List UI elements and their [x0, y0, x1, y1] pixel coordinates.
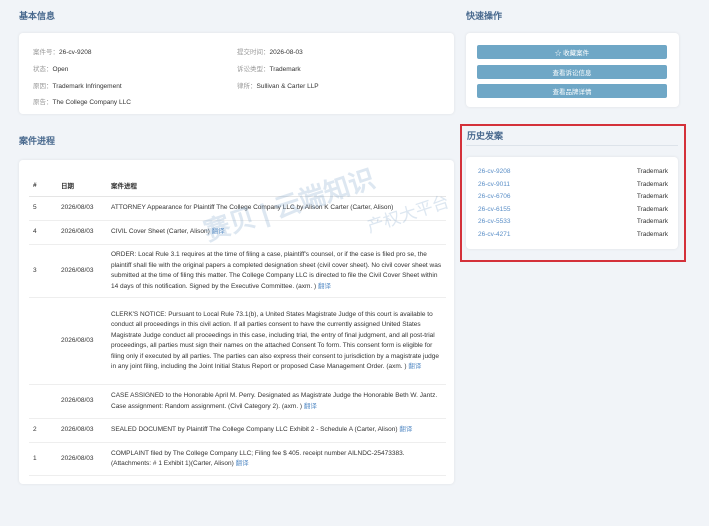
table-row: 1 2026/08/03 COMPLAINT filed by The Coll…: [29, 442, 446, 476]
highlight-box: [460, 124, 686, 262]
view-brand-button[interactable]: 查看品牌详情: [477, 84, 667, 98]
table-row: 4 2026/08/03 CIVIL Cover Sheet (Carter, …: [29, 220, 446, 245]
basic-info-card: 案件号：26-cv-9208 提交时间：2026-08-03 状态：Open 诉…: [19, 33, 454, 114]
view-litigation-button[interactable]: 查看诉讼信息: [477, 65, 667, 79]
table-row: 2026/08/03 CASE ASSIGNED to the Honorabl…: [29, 384, 446, 419]
quick-actions-title: 快速操作: [466, 11, 503, 21]
translate-link[interactable]: 翻译: [304, 403, 317, 410]
status-field: 状态：Open: [33, 66, 69, 73]
header-index: #: [29, 174, 57, 197]
table-row: 2026/08/03 CLERK'S NOTICE: Pursuant to L…: [29, 297, 446, 385]
translate-link[interactable]: 翻译: [408, 363, 421, 370]
plaintiff-field: 原告：The College Company LLC: [33, 99, 131, 106]
table-header-row: # 日期 案件进程: [29, 174, 446, 197]
law-firm-field: 律所：Sullivan & Carter LLP: [237, 83, 319, 90]
translate-link[interactable]: 翻译: [236, 460, 249, 467]
cause-field: 原因：Trademark Infringement: [33, 83, 122, 90]
case-progress-title: 案件进程: [19, 136, 56, 146]
table-row: 3 2026/08/03 ORDER: Local Rule 3.1 requi…: [29, 244, 446, 298]
translate-link[interactable]: 翻译: [399, 426, 412, 433]
basic-info-title: 基本信息: [19, 11, 56, 21]
favorite-case-button[interactable]: ☆ 收藏案件: [477, 45, 667, 59]
case-progress-table: # 日期 案件进程 5 2026/08/03 ATTORNEY Appearan…: [29, 174, 446, 476]
case-type-field: 诉讼类型：Trademark: [237, 66, 301, 73]
case-number-field: 案件号：26-cv-9208: [33, 49, 92, 56]
header-progress: 案件进程: [107, 174, 446, 197]
header-date: 日期: [57, 174, 107, 197]
submit-time-field: 提交时间：2026-08-03: [237, 49, 303, 56]
translate-link[interactable]: 翻译: [212, 228, 225, 235]
table-row: 2 2026/08/03 SEALED DOCUMENT by Plaintif…: [29, 418, 446, 443]
table-row: 5 2026/08/03 ATTORNEY Appearance for Pla…: [29, 196, 446, 221]
translate-link[interactable]: 翻译: [318, 283, 331, 290]
